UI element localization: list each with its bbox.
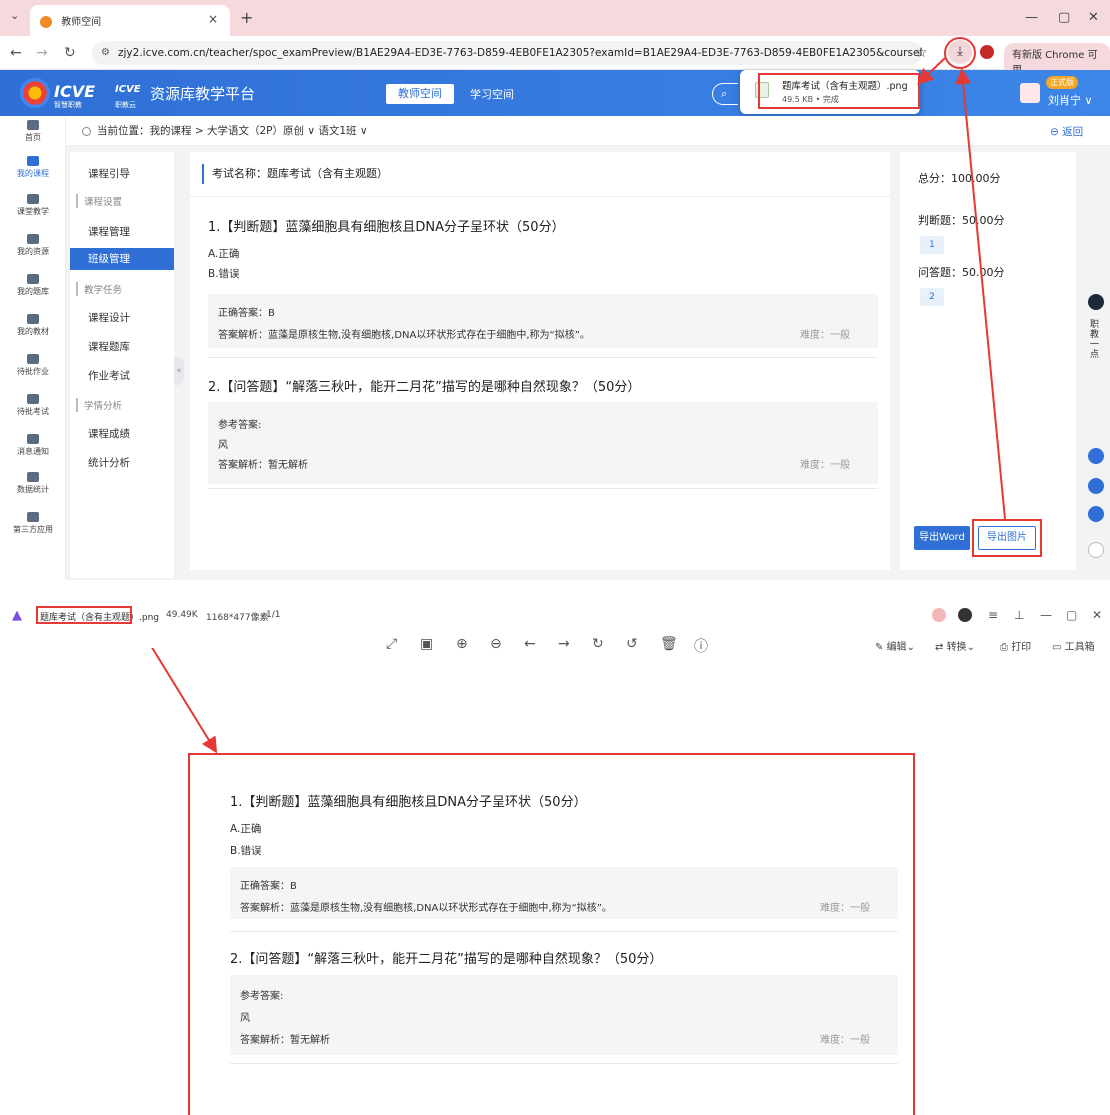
viewer-menu-icon[interactable]: ≡ — [988, 608, 998, 622]
viewer-dimensions: 1168*477像素 — [206, 613, 269, 623]
image-viewer-toolbar: ▲ 题库考试（含有主观题）.png 49.49K 1168*477像素 1/1 … — [0, 598, 1110, 655]
prev-image-icon[interactable]: ← — [524, 636, 536, 652]
zoom-out-icon[interactable]: ⊖ — [490, 636, 502, 652]
zoom-in-icon[interactable]: ⊕ — [456, 636, 468, 652]
toolbox-label: 工具箱 — [1064, 642, 1095, 653]
viewer-filesize: 49.49K — [166, 610, 198, 620]
fit-icon[interactable]: ▣ — [420, 636, 433, 652]
highlight-exported-image — [188, 753, 915, 1115]
highlight-viewer-filename — [36, 606, 132, 624]
fullscreen-icon[interactable]: ⤢ — [386, 636, 397, 652]
edit-menu[interactable]: ✎ 编辑⌄ — [875, 638, 915, 653]
rotate-right-icon[interactable]: ↻ — [592, 636, 604, 652]
viewer-avatar[interactable] — [932, 608, 946, 622]
rotate-left-icon[interactable]: ↺ — [626, 636, 638, 652]
viewer-maximize-icon[interactable]: ▢ — [1066, 608, 1077, 622]
print-button[interactable]: ⎙ 打印 — [1000, 638, 1031, 653]
viewer-page: 1/1 — [266, 610, 281, 620]
viewer-pin-icon[interactable]: ⊥ — [1014, 608, 1024, 622]
viewer-minimize-icon[interactable]: — — [1040, 608, 1052, 622]
next-image-icon[interactable]: → — [558, 636, 570, 652]
delete-icon[interactable]: 🗑 — [660, 636, 678, 652]
viewer-brand-icon[interactable] — [958, 608, 972, 622]
viewer-close-icon[interactable]: ✕ — [1092, 608, 1102, 622]
edit-label: 编辑 — [886, 642, 907, 653]
viewer-logo-icon: ▲ — [12, 608, 22, 623]
print-label: 打印 — [1011, 642, 1032, 653]
convert-label: 转换 — [946, 642, 967, 653]
convert-menu[interactable]: ⇄ 转换⌄ — [935, 638, 975, 653]
info-icon[interactable]: ⓘ — [694, 636, 708, 656]
toolbox-button[interactable]: ▭ 工具箱 — [1052, 638, 1095, 653]
